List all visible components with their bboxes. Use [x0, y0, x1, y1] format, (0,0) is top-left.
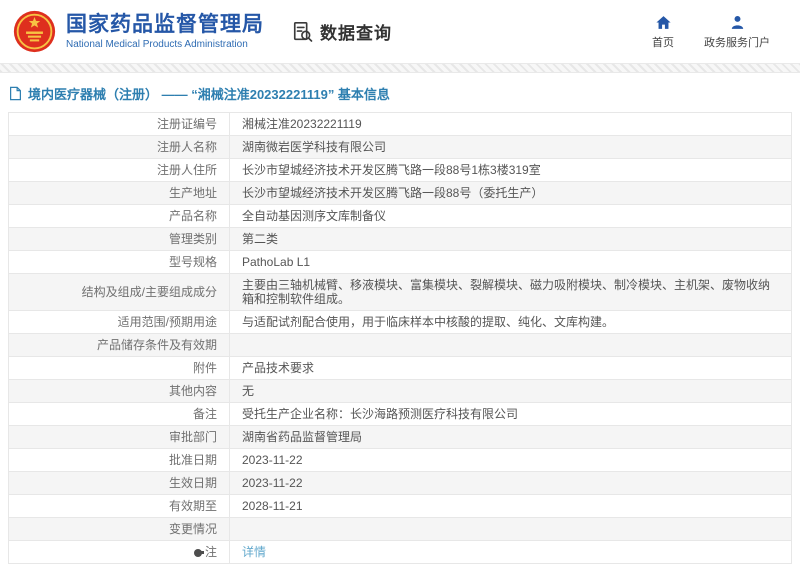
header-nav: 首页 政务服务门户 — [652, 14, 770, 50]
row-label: 产品名称 — [8, 204, 230, 228]
registration-info-table: 注册证编号 湘械注准20232221119 注册人名称 湖南微岩医学科技有限公司 注册人… — [8, 112, 792, 564]
nav-home[interactable]: 首页 — [652, 14, 674, 50]
table-row: 结构及组成/主要组成成分 主要由三轴机械臂、移液模块、富集模块、裂解模块、磁力吸附… — [8, 273, 792, 311]
row-label: 其他内容 — [8, 379, 230, 403]
row-value: 全自动基因测序文库制备仪 — [229, 204, 792, 228]
table-row: 产品储存条件及有效期 — [8, 333, 792, 357]
table-row: 审批部门 湖南省药品监督管理局 — [8, 425, 792, 449]
row-value: 湖南微岩医学科技有限公司 — [229, 135, 792, 159]
org-name: 国家药品监督管理局 — [66, 12, 264, 36]
row-label: 管理类别 — [8, 227, 230, 251]
site-logo[interactable]: 国家药品监督管理局 National Medical Products Admi… — [12, 9, 264, 54]
home-icon — [655, 15, 671, 29]
row-label: 产品储存条件及有效期 — [8, 333, 230, 357]
row-label: 注册人住所 — [8, 158, 230, 182]
table-row: 产品名称 全自动基因测序文库制备仪 — [8, 204, 792, 228]
row-value: 产品技术要求 — [229, 356, 792, 380]
row-label: 备注 — [8, 402, 230, 426]
info-table-body: 注册证编号 湘械注准20232221119 注册人名称 湖南微岩医学科技有限公司 注册人… — [8, 112, 792, 564]
table-row: 注册人名称 湖南微岩医学科技有限公司 — [8, 135, 792, 159]
table-row: 生效日期 2023-11-22 — [8, 471, 792, 495]
table-row: 备注 受托生产企业名称：长沙海路预测医疗科技有限公司 — [8, 402, 792, 426]
breadcrumb: 境内医疗器械（注册） —— “湘械注准20232221119” 基本信息 — [8, 84, 792, 112]
row-value: 长沙市望城经济技术开发区腾飞路一段88号（委托生产） — [229, 181, 792, 205]
table-row: 型号规格 PathoLab L1 — [8, 250, 792, 274]
table-row: 适用范围/预期用途 与适配试剂配合使用，用于临床样本中核酸的提取、纯化、文库构建。 — [8, 310, 792, 334]
table-row: 其他内容无 — [8, 379, 792, 403]
document-icon — [10, 86, 21, 101]
row-label: 变更情况 — [8, 517, 230, 541]
row-value: 无 — [229, 379, 792, 403]
org-name-english: National Medical Products Administration — [66, 39, 248, 51]
striped-divider — [0, 63, 800, 73]
row-label: 批准日期 — [8, 448, 230, 472]
nav-home-label: 首页 — [652, 36, 674, 49]
row-value: 2023-11-22 — [229, 471, 792, 495]
row-label: 结构及组成/主要组成成分 — [8, 273, 230, 311]
row-label: 审批部门 — [8, 425, 230, 449]
row-value: 第二类 — [229, 227, 792, 251]
data-query-section: 数据查询 — [292, 19, 392, 44]
row-label: 型号规格 — [8, 250, 230, 274]
row-label: 生效日期 — [8, 471, 230, 495]
row-value: 详情 — [229, 540, 792, 564]
table-row: 有效期至 2028-11-21 — [8, 494, 792, 518]
table-row: 附件 产品技术要求 — [8, 356, 792, 380]
breadcrumb-text: 境内医疗器械（注册） —— “湘械注准20232221119” 基本信息 — [28, 87, 390, 102]
row-value: 受托生产企业名称：长沙海路预测医疗科技有限公司 — [229, 402, 792, 426]
table-row: 注册人住所 长沙市望城经济技术开发区腾飞路一段88号1栋3楼319室 — [8, 158, 792, 182]
table-row: 注册证编号 湘械注准20232221119 — [8, 112, 792, 136]
row-value — [229, 517, 792, 541]
table-row: 管理类别 第二类 — [8, 227, 792, 251]
row-label: 附件 — [8, 356, 230, 380]
row-value: 湘械注准20232221119 — [229, 112, 792, 136]
table-row: 变更情况 — [8, 517, 792, 541]
main-content: 境内医疗器械（注册） —— “湘械注准20232221119” 基本信息 注册证… — [0, 73, 800, 567]
national-emblem-icon — [13, 10, 56, 53]
row-label: 有效期至 — [8, 494, 230, 518]
section-title: 数据查询 — [320, 24, 392, 43]
row-value: 2028-11-21 — [229, 494, 792, 518]
detail-link[interactable]: 详情 — [242, 545, 266, 559]
nav-gov-portal[interactable]: 政务服务门户 — [704, 14, 770, 50]
row-value: 湖南省药品监督管理局 — [229, 425, 792, 449]
table-row: 注详情 — [8, 540, 792, 564]
nav-gov-portal-label: 政务服务门户 — [704, 36, 770, 49]
row-value: PathoLab L1 — [229, 250, 792, 274]
table-row: 生产地址 长沙市望城经济技术开发区腾飞路一段88号（委托生产） — [8, 181, 792, 205]
note-icon — [193, 548, 204, 557]
row-value: 2023-11-22 — [229, 448, 792, 472]
user-icon — [731, 15, 743, 29]
row-value: 与适配试剂配合使用，用于临床样本中核酸的提取、纯化、文库构建。 — [229, 310, 792, 334]
row-value — [229, 333, 792, 357]
row-value: 长沙市望城经济技术开发区腾飞路一段88号1栋3楼319室 — [229, 158, 792, 182]
data-query-icon — [293, 21, 313, 42]
row-label: 生产地址 — [8, 181, 230, 205]
row-label: 注 — [8, 540, 230, 564]
row-value: 主要由三轴机械臂、移液模块、富集模块、裂解模块、磁力吸附模块、制冷模块、主机架、… — [229, 273, 792, 311]
row-label: 注册证编号 — [8, 112, 230, 136]
top-header: 国家药品监督管理局 National Medical Products Admi… — [0, 0, 800, 63]
table-row: 批准日期 2023-11-22 — [8, 448, 792, 472]
row-label: 注册人名称 — [8, 135, 230, 159]
row-label: 适用范围/预期用途 — [8, 310, 230, 334]
